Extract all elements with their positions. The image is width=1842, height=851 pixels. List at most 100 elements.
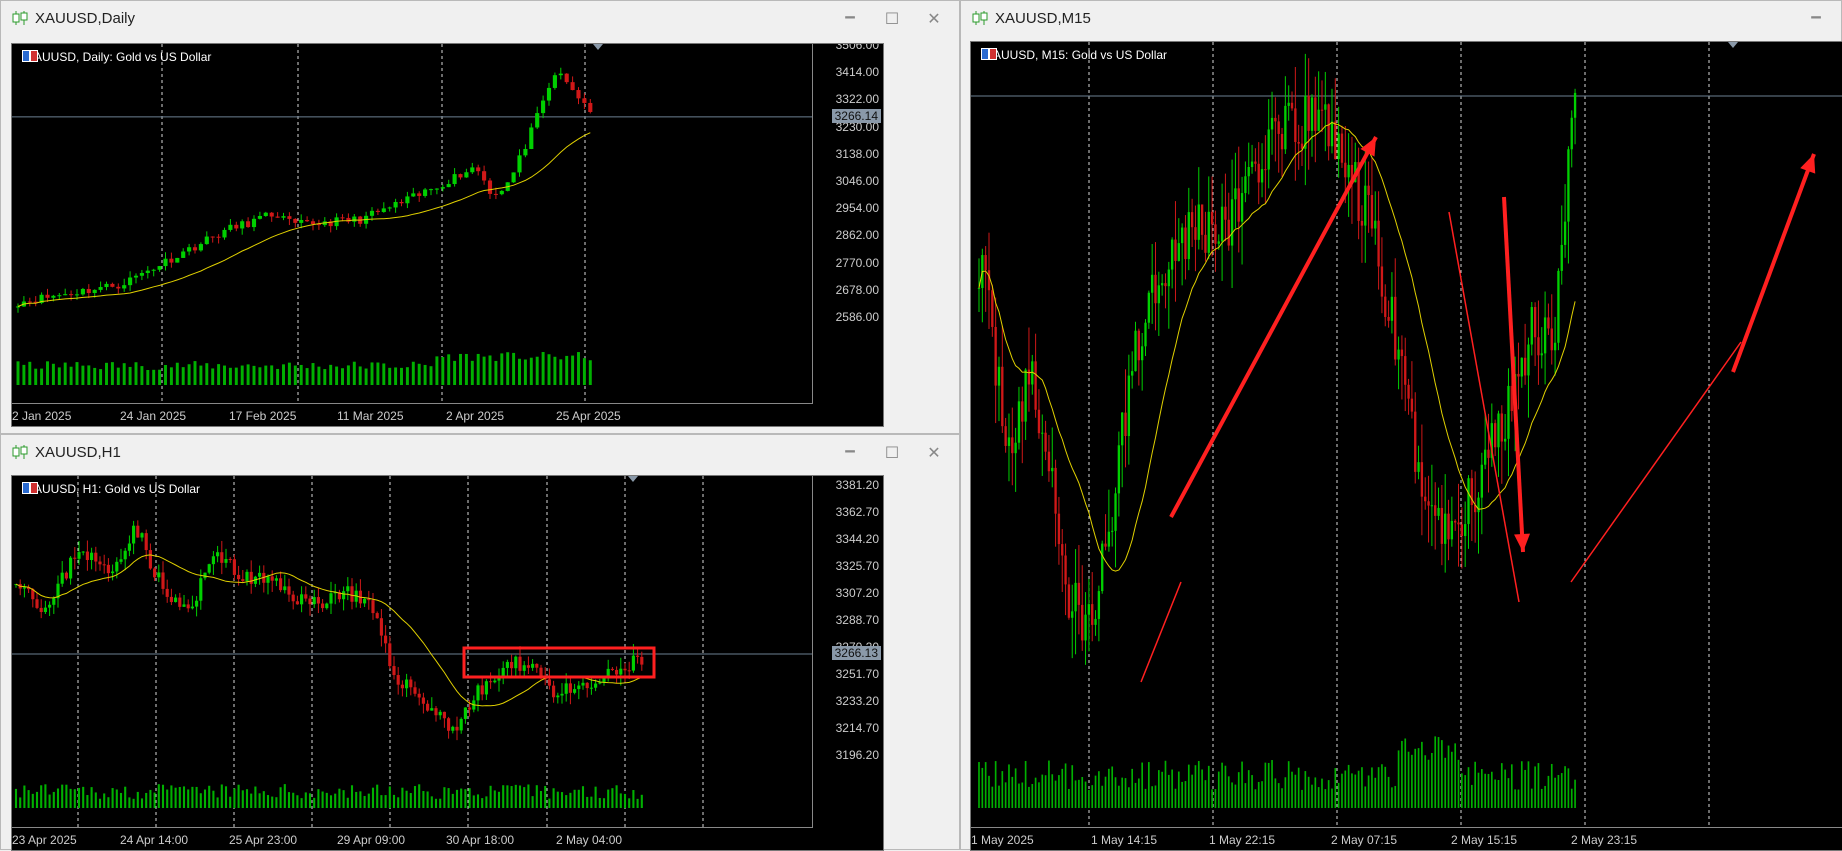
candle-body xyxy=(1237,188,1240,222)
candle-body xyxy=(283,586,287,591)
candle-body xyxy=(60,572,64,584)
candle-body xyxy=(1527,344,1530,376)
time-scale[interactable]: 1 May 2025 1 May 14:15 1 May 22:15 2 May 07… xyxy=(971,827,1842,850)
time-tick-label: 29 Apr 09:00 xyxy=(337,833,406,847)
candle-body xyxy=(165,588,169,597)
moving-average-line xyxy=(978,121,1576,572)
window-daily[interactable]: XAUUSD,Daily 🗕 ☐ ✕ XAUUSD, Daily: Gold v… xyxy=(0,0,960,434)
time-scale[interactable]: 2 Jan 2025 24 Jan 2025 17 Feb 2025 11 Mar 2… xyxy=(12,403,813,426)
candle-body xyxy=(1420,462,1424,497)
candle-body xyxy=(123,550,127,560)
candle-body xyxy=(1497,413,1500,448)
candle-body xyxy=(1121,412,1124,446)
candle-body xyxy=(1523,357,1527,376)
price-scale[interactable]: 3381.20 3362.70 3344.20 3325.70 3307.20 3288.… xyxy=(812,476,883,850)
chart-shift-marker xyxy=(1728,42,1738,48)
candle-body xyxy=(1330,121,1334,147)
candle-body xyxy=(1450,520,1454,540)
close-button[interactable]: ✕ xyxy=(923,441,945,463)
candle-body xyxy=(157,266,162,270)
maximize-button[interactable]: ☐ xyxy=(881,441,903,463)
candle-body xyxy=(228,559,232,561)
window-title: XAUUSD,H1 xyxy=(35,443,121,461)
minimize-button[interactable]: 🗕 xyxy=(839,6,861,29)
candle-body xyxy=(1240,193,1244,222)
minimize-button[interactable]: 🗕 xyxy=(1805,6,1827,29)
price-chart-daily[interactable] xyxy=(12,44,815,406)
candle-body xyxy=(157,572,161,578)
candle-body xyxy=(1141,346,1144,361)
candle-body xyxy=(991,290,994,327)
minimize-button[interactable]: 🗕 xyxy=(839,440,861,463)
chart-area-daily[interactable]: XAUUSD, Daily: Gold vs US Dollar 3506.00… xyxy=(11,43,884,427)
candle-body xyxy=(636,655,640,657)
candle-body xyxy=(1134,330,1137,372)
chart-area-m15[interactable]: XAUUSD, M15: Gold vs US Dollar 1 May 202… xyxy=(970,41,1842,851)
window-m15[interactable]: XAUUSD,M15 🗕 XAUUSD, M15: Gold vs US Dol… xyxy=(960,0,1842,851)
maximize-button[interactable]: ☐ xyxy=(881,7,903,29)
titlebar-h1[interactable]: XAUUSD,H1 🗕 ☐ ✕ xyxy=(1,435,959,469)
candle-body xyxy=(275,216,280,218)
price-tick-label: 2770.00 xyxy=(835,255,879,270)
chart-area-h1[interactable]: XAUUSD, H1: Gold vs US Dollar 3381.20 336… xyxy=(11,475,884,851)
price-chart-h1[interactable] xyxy=(12,476,815,830)
candle-body xyxy=(482,171,487,181)
price-tick-label: 3288.70 xyxy=(835,613,879,627)
candle-body xyxy=(423,189,428,196)
candle-body xyxy=(589,687,593,689)
candle-body xyxy=(1047,451,1051,472)
candle-body xyxy=(1194,227,1197,240)
candle-body xyxy=(1503,438,1507,442)
price-scale[interactable]: 3506.00 3414.00 3322.00 3230.00 3138.00 3046.… xyxy=(812,44,883,426)
time-tick-label: 25 Apr 23:00 xyxy=(229,833,298,847)
candle-body xyxy=(145,270,150,274)
price-chart-m15[interactable] xyxy=(971,42,1842,830)
annotation-thin-line xyxy=(1140,581,1182,683)
candle-body xyxy=(1230,199,1234,246)
titlebar-m15[interactable]: XAUUSD,M15 🗕 xyxy=(961,1,1841,35)
candle-body xyxy=(43,607,47,613)
time-tick-label: 24 Apr 14:00 xyxy=(120,833,189,847)
candle-body xyxy=(1094,618,1097,625)
candle-body xyxy=(295,601,299,605)
candle-body xyxy=(564,683,568,694)
price-tick-label: 2954.00 xyxy=(835,201,879,216)
candle-body xyxy=(195,600,199,607)
candle-body xyxy=(1493,423,1497,448)
candle-body xyxy=(116,286,121,289)
candle-body xyxy=(518,656,522,671)
candle-body xyxy=(1557,270,1560,343)
candle-body xyxy=(451,726,455,731)
close-button[interactable]: ✕ xyxy=(923,7,945,29)
candle-body xyxy=(291,594,295,602)
candle-body xyxy=(1550,328,1553,351)
titlebar-daily[interactable]: XAUUSD,Daily 🗕 ☐ ✕ xyxy=(1,1,959,35)
candle-body xyxy=(346,586,350,592)
candle-body xyxy=(73,557,77,559)
candle-body xyxy=(367,598,371,601)
time-scale[interactable]: 23 Apr 2025 24 Apr 14:00 25 Apr 23:00 29 Ap… xyxy=(12,827,813,850)
candle-body xyxy=(1044,432,1047,452)
candle-body xyxy=(1553,342,1557,351)
chart-header: XAUUSD, H1: Gold vs US Dollar xyxy=(22,482,200,496)
candle-body xyxy=(1290,102,1294,109)
price-tick-label: 3344.20 xyxy=(835,532,879,546)
candle-body xyxy=(1397,349,1400,360)
candle-body xyxy=(310,221,316,225)
candle-body xyxy=(1274,117,1277,122)
candle-body xyxy=(484,681,488,695)
candle-body xyxy=(102,564,106,566)
candle-body xyxy=(511,172,516,183)
candle-body xyxy=(1464,524,1467,536)
candle-body xyxy=(984,255,987,271)
candle-body xyxy=(582,98,587,103)
candle-body xyxy=(300,594,304,605)
candle-body xyxy=(1370,195,1374,229)
candle-body xyxy=(198,244,203,251)
candle-body xyxy=(1364,185,1367,226)
candle-body xyxy=(977,287,981,289)
window-h1[interactable]: XAUUSD,H1 🗕 ☐ ✕ XAUUSD, H1: Gold vs US D… xyxy=(0,434,960,851)
candle-body xyxy=(1414,411,1417,472)
candle-body xyxy=(493,193,498,195)
candle-body xyxy=(182,604,186,607)
